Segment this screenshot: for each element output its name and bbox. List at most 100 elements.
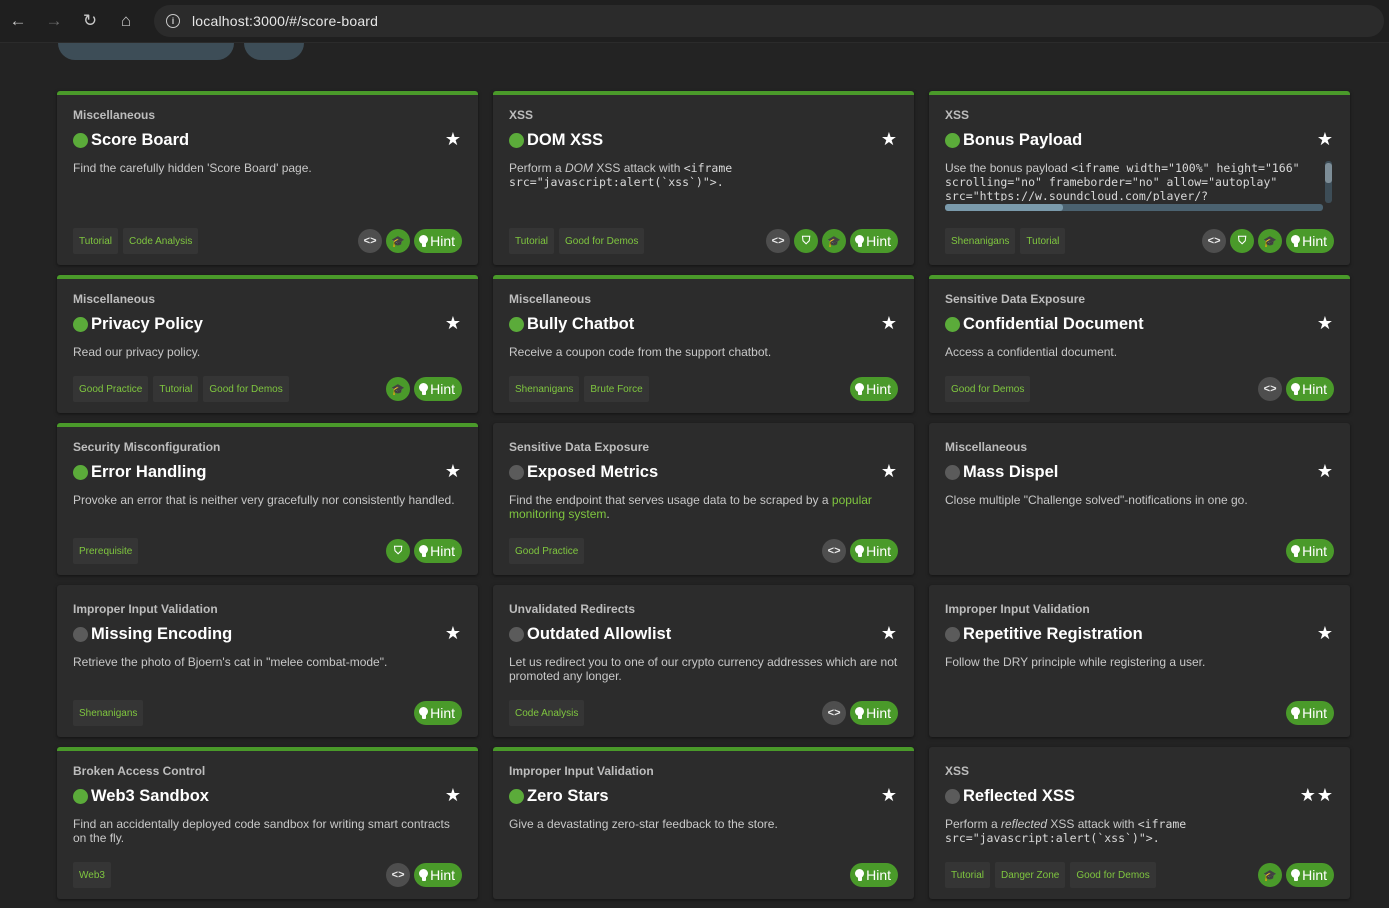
scrollbar-thumb[interactable] [1325, 163, 1332, 183]
code-icon[interactable]: <> [1258, 377, 1283, 401]
tag-chip[interactable]: Shenanigans [509, 376, 580, 402]
hint-button[interactable]: Hint [414, 863, 462, 887]
hint-label: Hint [1302, 543, 1327, 559]
code-icon[interactable]: <> [766, 229, 791, 253]
code-icon[interactable]: <> [1202, 229, 1227, 253]
graduation-cap-icon[interactable]: 🎓 [822, 229, 847, 253]
tag-chip[interactable]: Web3 [73, 862, 111, 888]
mitigation-icon[interactable]: ⛉ [1230, 229, 1255, 253]
hint-button[interactable]: Hint [1286, 229, 1334, 253]
tag-chip[interactable]: Shenanigans [945, 228, 1016, 254]
forward-arrow-icon[interactable]: → [36, 3, 72, 39]
hint-label: Hint [1302, 705, 1327, 721]
challenge-description: Close multiple "Challenge solved"-notifi… [945, 493, 1248, 507]
difficulty-stars: ★ [444, 461, 462, 481]
graduation-cap-icon[interactable]: 🎓 [386, 229, 411, 253]
challenge-description: Find the endpoint that serves usage data… [509, 493, 898, 521]
back-arrow-icon[interactable]: ← [0, 3, 36, 39]
graduation-cap-icon[interactable]: 🎓 [386, 377, 411, 401]
hint-label: Hint [430, 233, 455, 249]
hint-label: Hint [1302, 867, 1327, 883]
solved-status-dot [73, 789, 88, 804]
challenge-description: Read our privacy policy. [73, 345, 201, 359]
tag-chip[interactable]: Good for Demos [1070, 862, 1156, 888]
challenge-card: Unvalidated Redirects Outdated Allowlist… [493, 585, 914, 737]
tag-chip[interactable]: Code Analysis [122, 228, 199, 254]
reload-icon[interactable]: ↻ [72, 3, 108, 39]
difficulty-stars: ★ [444, 623, 462, 643]
url-text[interactable]: localhost:3000/#/score-board [192, 13, 378, 29]
challenge-card: Miscellaneous Score Board ★ Find the car… [57, 91, 478, 265]
tag-chip[interactable]: Code Analysis [509, 700, 585, 726]
solved-status-dot [945, 317, 960, 332]
hint-button[interactable]: Hint [414, 701, 462, 725]
graduation-cap-icon[interactable]: 🎓 [1258, 229, 1283, 253]
tag-chip[interactable]: Prerequisite [73, 538, 139, 564]
tag-chip[interactable]: Good Practice [73, 376, 149, 402]
tag-chip[interactable]: Tutorial [73, 228, 118, 254]
tag-chip[interactable]: Good for Demos [203, 376, 289, 402]
site-info-icon[interactable]: i [166, 14, 180, 28]
solved-status-dot [945, 133, 960, 148]
mitigation-icon[interactable]: ⛉ [794, 229, 819, 253]
lightbulb-icon [1291, 545, 1301, 557]
vertical-scrollbar[interactable] [1325, 161, 1332, 203]
filter-chip[interactable] [244, 43, 304, 60]
home-icon[interactable]: ⌂ [108, 3, 144, 39]
unsolved-status-dot [945, 465, 960, 480]
hint-button[interactable]: Hint [850, 377, 898, 401]
hint-button[interactable]: Hint [414, 539, 462, 563]
tag-chip[interactable]: Good Practice [509, 538, 585, 564]
address-bar[interactable]: i localhost:3000/#/score-board [154, 5, 1384, 37]
difficulty-stars: ★ [1316, 129, 1334, 149]
challenge-category: Broken Access Control [73, 764, 206, 778]
tag-chip[interactable]: Shenanigans [73, 700, 144, 726]
tag-chip[interactable]: Good for Demos [558, 228, 645, 254]
hint-button[interactable]: Hint [850, 701, 898, 725]
tag-chip[interactable]: Brute Force [584, 376, 649, 402]
horizontal-scrollbar[interactable] [945, 204, 1323, 211]
filter-chips-partial [58, 43, 358, 60]
filter-chip[interactable] [58, 43, 234, 60]
code-icon[interactable]: <> [386, 863, 411, 887]
challenge-card: XSS DOM XSS ★ Perform a DOM XSS attack w… [493, 91, 914, 265]
tag-chip[interactable]: Tutorial [153, 376, 199, 402]
challenge-description[interactable]: Use the bonus payload <iframe width="100… [945, 161, 1323, 201]
tag-chip[interactable]: Tutorial [1020, 228, 1066, 254]
hint-label: Hint [430, 705, 455, 721]
tag-chip[interactable]: Danger Zone [994, 862, 1066, 888]
tag-chip[interactable]: Good for Demos [945, 376, 1031, 402]
hint-button[interactable]: Hint [1286, 377, 1334, 401]
hint-button[interactable]: Hint [850, 229, 898, 253]
unsolved-status-dot [509, 627, 524, 642]
challenge-title: Repetitive Registration [963, 625, 1143, 643]
hint-button[interactable]: Hint [850, 863, 898, 887]
hint-label: Hint [430, 543, 455, 559]
challenge-category: Miscellaneous [945, 440, 1028, 454]
challenge-card: Sensitive Data Exposure Exposed Metrics … [493, 423, 914, 575]
hint-button[interactable]: Hint [414, 377, 462, 401]
mitigation-icon[interactable]: ⛉ [386, 539, 411, 563]
desc-code: <iframe [1137, 817, 1187, 831]
hint-button[interactable]: Hint [1286, 863, 1334, 887]
hint-label: Hint [866, 543, 891, 559]
desc-text: Perform a [945, 817, 1002, 831]
lightbulb-icon [419, 869, 429, 881]
tag-chip[interactable]: Tutorial [509, 228, 554, 254]
difficulty-stars: ★ [1316, 313, 1334, 333]
graduation-cap-icon[interactable]: 🎓 [1258, 863, 1283, 887]
challenge-title: Confidential Document [963, 315, 1144, 333]
challenge-category: Security Misconfiguration [73, 440, 221, 454]
challenge-title: Outdated Allowlist [527, 625, 672, 643]
hint-button[interactable]: Hint [414, 229, 462, 253]
tag-chip[interactable]: Tutorial [945, 862, 990, 888]
code-icon[interactable]: <> [822, 701, 847, 725]
code-icon[interactable]: <> [358, 229, 383, 253]
solved-status-dot [509, 317, 524, 332]
hint-button[interactable]: Hint [1286, 701, 1334, 725]
hint-button[interactable]: Hint [1286, 539, 1334, 563]
scrollbar-thumb[interactable] [945, 204, 1063, 211]
challenge-card: Improper Input Validation Missing Encodi… [57, 585, 478, 737]
code-icon[interactable]: <> [822, 539, 847, 563]
hint-button[interactable]: Hint [850, 539, 898, 563]
